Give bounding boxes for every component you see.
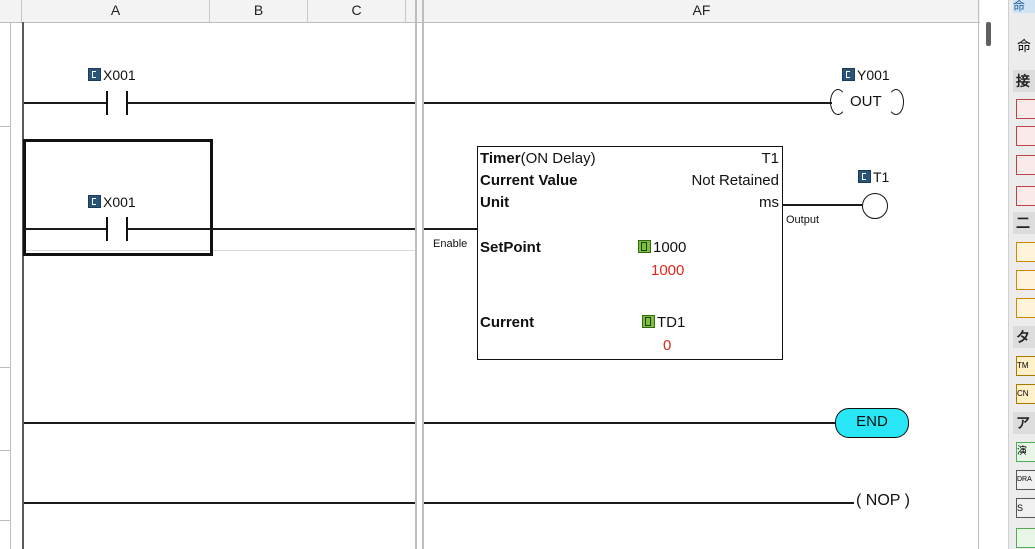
- rung1-coil-label: Y001: [842, 67, 890, 83]
- vertical-scrollbar-track[interactable]: [980, 0, 1007, 549]
- rung2-contact-left[interactable]: [106, 217, 108, 241]
- timer-title: Timer(ON Delay): [480, 150, 596, 167]
- palette-section-2[interactable]: 二: [1013, 212, 1035, 234]
- column-header-bar: A B C AF: [0, 0, 980, 23]
- timer-unit-value[interactable]: ms: [759, 194, 779, 211]
- timer-current-ref[interactable]: TD1: [642, 314, 685, 331]
- device-word-icon: [642, 315, 655, 328]
- timer-function-block[interactable]: Timer(ON Delay) T1 Current Value Not Ret…: [477, 146, 783, 360]
- timer-setpoint-label: SetPoint: [480, 239, 541, 256]
- device-word-icon: [638, 240, 651, 253]
- nop-rung-wire: [424, 502, 854, 504]
- coil-set-icon[interactable]: [1016, 270, 1035, 290]
- contact-nc-icon[interactable]: [1016, 126, 1035, 146]
- palette-header: 命: [1017, 38, 1031, 54]
- rung2-wire: [128, 228, 415, 230]
- rung2-contact-label: X001: [88, 194, 136, 210]
- nop-rung-wire: [24, 502, 415, 504]
- row-tick: [0, 520, 10, 521]
- row-tick: [0, 126, 10, 127]
- row-tick: [0, 367, 10, 368]
- column-header-af[interactable]: AF: [424, 0, 979, 22]
- column-header-a[interactable]: A: [22, 0, 210, 22]
- palette-section-1[interactable]: 接: [1013, 70, 1035, 92]
- rung2-output-coil[interactable]: [862, 193, 888, 219]
- row-margin-line: [10, 22, 11, 549]
- math-icon[interactable]: 演: [1016, 442, 1035, 462]
- contact-edge-icon[interactable]: [1016, 155, 1035, 175]
- rung1-coil-right-paren[interactable]: [888, 89, 904, 115]
- end-instruction[interactable]: END: [835, 408, 909, 438]
- rung1-coil-left-paren[interactable]: [830, 89, 846, 115]
- timer-icon[interactable]: TM: [1016, 356, 1035, 376]
- device-bit-icon: [842, 68, 855, 81]
- palette-tab[interactable]: 命: [1013, 0, 1035, 13]
- timer-id: T1: [761, 150, 779, 167]
- rung2-enable-wire: [424, 228, 477, 230]
- contact-no-icon[interactable]: [1016, 99, 1035, 119]
- rung1-contact-left[interactable]: [106, 91, 108, 115]
- rung2-wire: [24, 228, 106, 230]
- timer-current-value-num: 0: [663, 337, 672, 354]
- timer-current-value[interactable]: Not Retained: [691, 172, 779, 189]
- output-pin-label: Output: [786, 214, 820, 226]
- device-bit-icon: [88, 68, 101, 81]
- timer-unit-label: Unit: [480, 194, 510, 211]
- rung1-wire: [128, 102, 415, 104]
- coil-out-icon[interactable]: [1016, 242, 1035, 262]
- rung1-coil-text[interactable]: OUT: [850, 93, 882, 110]
- rung1-wire: [424, 102, 832, 104]
- string-icon[interactable]: S: [1016, 498, 1035, 518]
- device-bit-icon: [88, 195, 101, 208]
- palette-section-4[interactable]: ア: [1013, 412, 1035, 434]
- column-header-b[interactable]: B: [210, 0, 308, 22]
- instruction-palette: 命 命 接 二 タ TM CN ア 演 DRA S: [1008, 0, 1035, 549]
- timer-setpoint-ref[interactable]: 1000: [638, 239, 686, 256]
- rung2-coil-label: T1: [858, 169, 889, 185]
- timer-current-label: Current: [480, 314, 535, 331]
- palette-item-icon[interactable]: [1016, 528, 1035, 548]
- column-header-c[interactable]: C: [308, 0, 406, 22]
- end-rung-wire: [24, 422, 415, 424]
- ladder-right-edge: [978, 0, 979, 549]
- row-tick: [0, 450, 10, 451]
- rung1-wire: [24, 102, 106, 104]
- timer-current-value-label: Current Value: [480, 172, 578, 189]
- end-rung-wire: [424, 422, 835, 424]
- rung1-contact-label: X001: [88, 67, 136, 83]
- nop-instruction[interactable]: ( NOP ): [856, 492, 910, 510]
- palette-section-3[interactable]: タ: [1013, 326, 1035, 348]
- timer-setpoint-value: 1000: [651, 262, 685, 279]
- enable-pin-label: Enable: [433, 238, 468, 250]
- contact-not-icon[interactable]: [1016, 186, 1035, 206]
- data-register-icon[interactable]: DRA: [1016, 470, 1035, 490]
- column-split-line-right: [422, 0, 424, 549]
- column-split-line-left: [415, 0, 417, 549]
- device-bit-icon: [858, 170, 871, 183]
- row-number-header: [0, 0, 22, 22]
- counter-icon[interactable]: CN: [1016, 384, 1035, 404]
- coil-reset-icon[interactable]: [1016, 298, 1035, 318]
- rung2-output-wire: [782, 204, 862, 206]
- vertical-scrollbar-thumb[interactable]: [986, 22, 991, 46]
